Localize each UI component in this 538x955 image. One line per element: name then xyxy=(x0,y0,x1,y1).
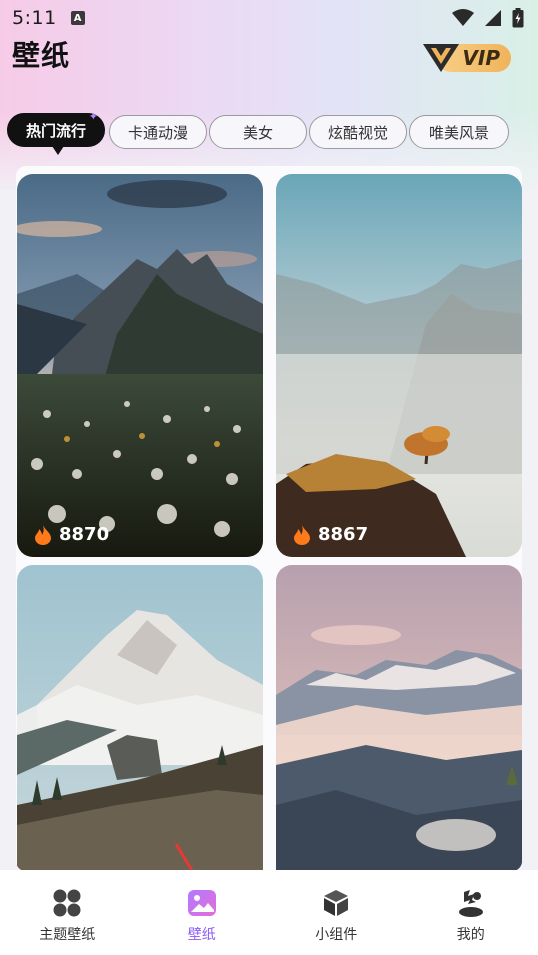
sparkle-icon: ✦ xyxy=(88,110,98,123)
battery-icon xyxy=(512,8,524,28)
tab-hot[interactable]: 热门流行 ✦ xyxy=(7,110,105,155)
tab-label: 美女 xyxy=(242,123,273,142)
status-time: 5:11 xyxy=(12,7,57,29)
nav-label: 壁纸 xyxy=(187,927,216,943)
nav-widgets[interactable]: 小组件 xyxy=(269,870,404,955)
image-icon xyxy=(187,890,216,916)
grid-icon xyxy=(53,889,81,917)
tab-label: 唯美风景 xyxy=(428,123,489,142)
wallpaper-image xyxy=(17,565,263,871)
nav-profile[interactable]: 我的 xyxy=(404,870,538,955)
nav-label: 小组件 xyxy=(315,927,358,943)
tab-label: 炫酷视觉 xyxy=(327,123,388,142)
nav-label: 主题壁纸 xyxy=(39,927,96,943)
nav-label: 我的 xyxy=(456,927,485,943)
popularity-count: 8867 xyxy=(294,524,368,545)
profile-icon xyxy=(458,890,483,917)
wallpaper-image xyxy=(17,174,263,557)
tab-beauty[interactable]: 美女 xyxy=(209,115,307,149)
popularity-count: 8870 xyxy=(35,524,109,545)
wallpaper-card[interactable] xyxy=(17,565,263,871)
tab-scenery[interactable]: 唯美风景 xyxy=(409,115,509,149)
cube-icon xyxy=(324,890,349,916)
wallpaper-card[interactable]: 8870 xyxy=(17,174,263,557)
tab-cool[interactable]: 炫酷视觉 xyxy=(309,115,407,149)
bottom-navigation: 主题壁纸 壁纸 小组件 我的 xyxy=(0,870,538,955)
tab-label: 卡通动漫 xyxy=(127,123,188,142)
flame-icon xyxy=(35,524,51,545)
flame-icon xyxy=(294,524,310,545)
nav-theme-wallpaper[interactable]: 主题壁纸 xyxy=(0,870,135,955)
count-text: 8867 xyxy=(318,524,369,545)
notification-badge-icon: A xyxy=(70,11,85,25)
wifi-icon xyxy=(452,9,474,26)
vip-button[interactable]: VIP xyxy=(421,40,513,74)
status-bar: 5:11 A xyxy=(0,0,538,36)
nav-wallpaper[interactable]: 壁纸 xyxy=(135,870,270,955)
tab-cartoon[interactable]: 卡通动漫 xyxy=(109,115,207,149)
wallpaper-image xyxy=(276,565,522,871)
status-icons xyxy=(452,8,524,28)
page-title: 壁纸 xyxy=(12,39,71,72)
count-text: 8870 xyxy=(59,524,110,545)
vip-badge-icon xyxy=(423,44,459,72)
category-tabs: 热门流行 ✦ 卡通动漫 美女 炫酷视觉 唯美风景 xyxy=(0,110,538,155)
tab-label: 热门流行 xyxy=(25,121,86,140)
wallpaper-card[interactable] xyxy=(276,565,522,871)
signal-icon xyxy=(485,10,501,26)
wallpaper-card[interactable]: 8867 xyxy=(276,174,522,557)
vip-label: VIP xyxy=(462,46,500,70)
wallpaper-image xyxy=(276,174,522,557)
wallpaper-grid: 8870 8867 xyxy=(16,166,522,871)
